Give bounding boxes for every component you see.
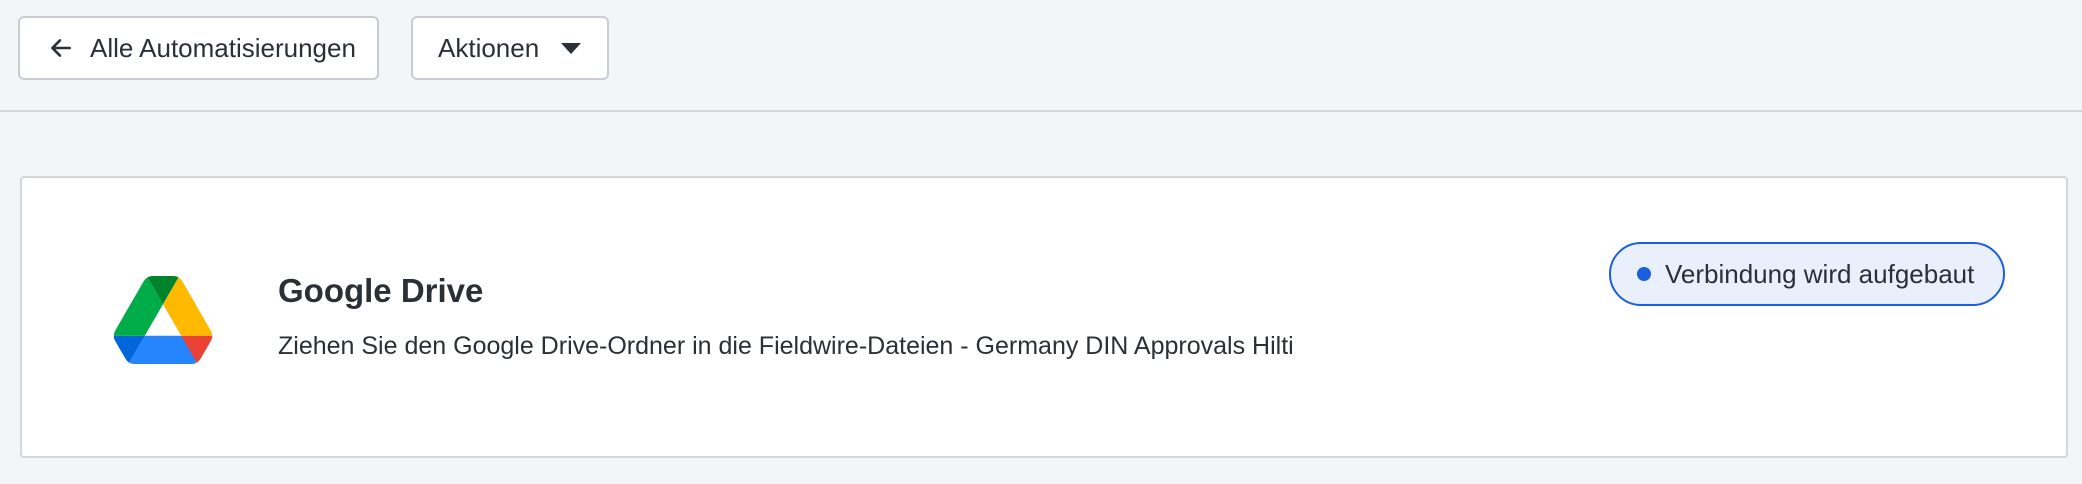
actions-button-label: Aktionen <box>438 32 540 63</box>
google-drive-icon <box>113 276 213 364</box>
status-dot-icon <box>1637 267 1651 281</box>
integration-description: Ziehen Sie den Google Drive-Ordner in di… <box>278 332 1294 360</box>
integration-title: Google Drive <box>278 272 484 309</box>
back-to-automations-button[interactable]: Alle Automatisierungen <box>18 16 379 80</box>
connection-status-badge: Verbindung wird aufgebaut <box>1609 242 2005 306</box>
top-toolbar: Alle Automatisierungen Aktionen <box>0 0 2082 112</box>
back-button-label: Alle Automatisierungen <box>90 32 356 63</box>
integration-card: Google Drive Ziehen Sie den Google Drive… <box>20 176 2068 458</box>
actions-dropdown-button[interactable]: Aktionen <box>411 16 609 80</box>
status-label: Verbindung wird aufgebaut <box>1665 258 1975 289</box>
arrow-left-icon <box>51 39 71 57</box>
caret-down-icon <box>561 42 582 54</box>
